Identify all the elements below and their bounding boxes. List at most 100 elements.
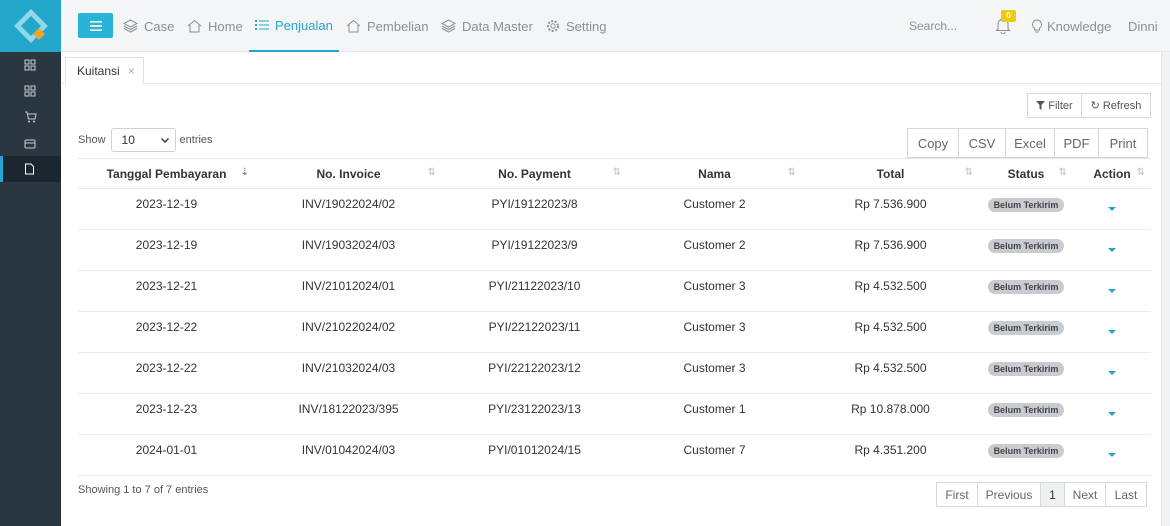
pagination-last-button[interactable]: Last xyxy=(1105,482,1147,507)
tab-kuitansi[interactable]: Kuitansi × xyxy=(65,57,144,84)
table-row[interactable]: 2023-12-23 INV/18122023/395 PYI/23122023… xyxy=(78,393,1151,435)
cell-nama: Customer 3 xyxy=(627,352,802,394)
cell-invoice: INV/18122023/395 xyxy=(255,393,442,435)
cart-icon xyxy=(25,111,37,123)
nav-penjualan[interactable]: Penjualan xyxy=(249,0,339,52)
cell-payment: PYI/22122023/12 xyxy=(442,352,627,394)
nav-pembelian[interactable]: Pembelian xyxy=(346,0,428,52)
nav-pembelian-label: Pembelian xyxy=(367,18,429,34)
entries-select[interactable]: 10 xyxy=(110,128,176,152)
table-row[interactable]: 2023-12-21 INV/21012024/01 PYI/21122023/… xyxy=(78,270,1151,312)
sidebar-item-document[interactable] xyxy=(0,156,61,182)
pagination-page-1[interactable]: 1 xyxy=(1040,482,1065,507)
cell-total: Rp 4.351.200 xyxy=(802,434,979,476)
cell-status: Belum Terkirim xyxy=(979,188,1073,230)
sort-asc-icon: ⇣ xyxy=(240,167,249,178)
home-icon xyxy=(346,19,361,33)
pagination-first-button[interactable]: First xyxy=(936,482,978,507)
table-row[interactable]: 2024-01-01 INV/01042024/03 PYI/01012024/… xyxy=(78,434,1151,476)
top-navbar: Case Home Penjualan Pembelian Data Maste… xyxy=(61,0,1170,52)
hamburger-menu-button[interactable] xyxy=(78,13,113,38)
nav-case[interactable]: Case xyxy=(123,0,174,52)
status-badge: Belum Terkirim xyxy=(987,238,1065,253)
nav-setting-label: Setting xyxy=(566,18,607,34)
cell-action xyxy=(1073,352,1151,394)
cell-invoice: INV/01042024/03 xyxy=(255,434,442,476)
action-dropdown-icon[interactable] xyxy=(1108,206,1116,211)
sidebar xyxy=(0,0,61,526)
status-badge: Belum Terkirim xyxy=(987,320,1065,335)
sort-icon: ⇅ xyxy=(1058,167,1067,178)
refresh-icon: ↻ xyxy=(1090,100,1100,112)
column-header-tanggal[interactable]: Tanggal Pembayaran ⇣ xyxy=(78,158,255,189)
nav-data-master[interactable]: Data Master xyxy=(441,0,533,52)
nav-data-master-label: Data Master xyxy=(462,18,533,34)
cell-total: Rp 4.532.500 xyxy=(802,270,979,312)
table-row[interactable]: 2023-12-22 INV/21032024/03 PYI/22122023/… xyxy=(78,352,1151,394)
cell-nama: Customer 7 xyxy=(627,434,802,476)
cell-status: Belum Terkirim xyxy=(979,434,1073,476)
cell-status: Belum Terkirim xyxy=(979,352,1073,394)
search-input[interactable]: Search... xyxy=(909,19,957,33)
copy-button[interactable]: Copy xyxy=(907,128,959,158)
column-label: No. Invoice xyxy=(316,166,381,181)
column-label: Nama xyxy=(698,166,731,181)
column-header-total[interactable]: Total ⇅ xyxy=(802,158,979,189)
pagination-next-button[interactable]: Next xyxy=(1064,482,1106,507)
table-row[interactable]: 2023-12-19 INV/19022024/02 PYI/19122023/… xyxy=(78,188,1151,230)
scrollbar[interactable] xyxy=(1161,52,1170,526)
home-icon xyxy=(187,19,202,33)
sidebar-item-dashboard-2[interactable] xyxy=(0,78,61,104)
nav-setting[interactable]: Setting xyxy=(546,0,606,52)
status-badge: Belum Terkirim xyxy=(987,443,1065,458)
action-dropdown-icon[interactable] xyxy=(1108,370,1116,375)
column-header-invoice[interactable]: No. Invoice ⇅ xyxy=(255,158,442,189)
column-header-status[interactable]: Status ⇅ xyxy=(979,158,1073,189)
cell-payment: PYI/19122023/9 xyxy=(442,229,627,271)
close-icon[interactable]: × xyxy=(128,64,135,78)
table-row[interactable]: 2023-12-22 INV/21022024/02 PYI/22122023/… xyxy=(78,311,1151,353)
user-menu[interactable]: Dinni xyxy=(1128,19,1158,34)
gear-icon xyxy=(547,20,559,32)
cell-total: Rp 7.536.900 xyxy=(802,229,979,271)
print-button[interactable]: Print xyxy=(1098,128,1148,158)
sort-icon: ⇅ xyxy=(427,167,436,178)
cell-total: Rp 7.536.900 xyxy=(802,188,979,230)
action-dropdown-icon[interactable] xyxy=(1108,288,1116,293)
action-dropdown-icon[interactable] xyxy=(1108,411,1116,416)
excel-button[interactable]: Excel xyxy=(1005,128,1055,158)
lightbulb-icon xyxy=(1032,18,1042,32)
table-row[interactable]: 2023-12-19 INV/19032024/03 PYI/19122023/… xyxy=(78,229,1151,271)
column-header-nama[interactable]: Nama ⇅ xyxy=(627,158,802,189)
nav-home[interactable]: Home xyxy=(187,0,243,52)
action-dropdown-icon[interactable] xyxy=(1108,329,1116,334)
column-label: Total xyxy=(876,166,905,181)
action-dropdown-icon[interactable] xyxy=(1108,452,1116,457)
sidebar-item-cart[interactable] xyxy=(0,104,61,130)
column-header-payment[interactable]: No. Payment ⇅ xyxy=(442,158,627,189)
csv-button[interactable]: CSV xyxy=(958,128,1006,158)
sidebar-item-dashboard[interactable] xyxy=(0,52,61,78)
sidebar-item-wallet[interactable] xyxy=(0,130,61,156)
app-logo[interactable] xyxy=(0,0,61,52)
sort-icon: ⇅ xyxy=(1136,167,1145,178)
knowledge-link[interactable]: Knowledge xyxy=(1031,0,1111,52)
action-dropdown-icon[interactable] xyxy=(1108,247,1116,252)
pagination: First Previous 1 Next Last xyxy=(936,482,1147,507)
cell-status: Belum Terkirim xyxy=(979,393,1073,435)
cell-payment: PYI/19122023/8 xyxy=(442,188,627,230)
list-icon xyxy=(255,20,269,30)
tab-kuitansi-label: Kuitansi xyxy=(77,63,120,78)
refresh-button[interactable]: ↻ Refresh xyxy=(1081,93,1151,118)
cell-tanggal: 2023-12-19 xyxy=(78,229,255,271)
cell-action xyxy=(1073,434,1151,476)
sort-icon: ⇅ xyxy=(964,167,973,178)
entries-length-control: Show 10 entries xyxy=(78,128,213,152)
cell-invoice: INV/19032024/03 xyxy=(255,229,442,271)
pagination-previous-button[interactable]: Previous xyxy=(977,482,1041,507)
pdf-button[interactable]: PDF xyxy=(1054,128,1099,158)
column-header-action[interactable]: Action ⇅ xyxy=(1073,158,1151,189)
filter-label: Filter xyxy=(1048,99,1073,112)
cell-invoice: INV/21022024/02 xyxy=(255,311,442,353)
filter-button[interactable]: Filter xyxy=(1027,93,1082,118)
